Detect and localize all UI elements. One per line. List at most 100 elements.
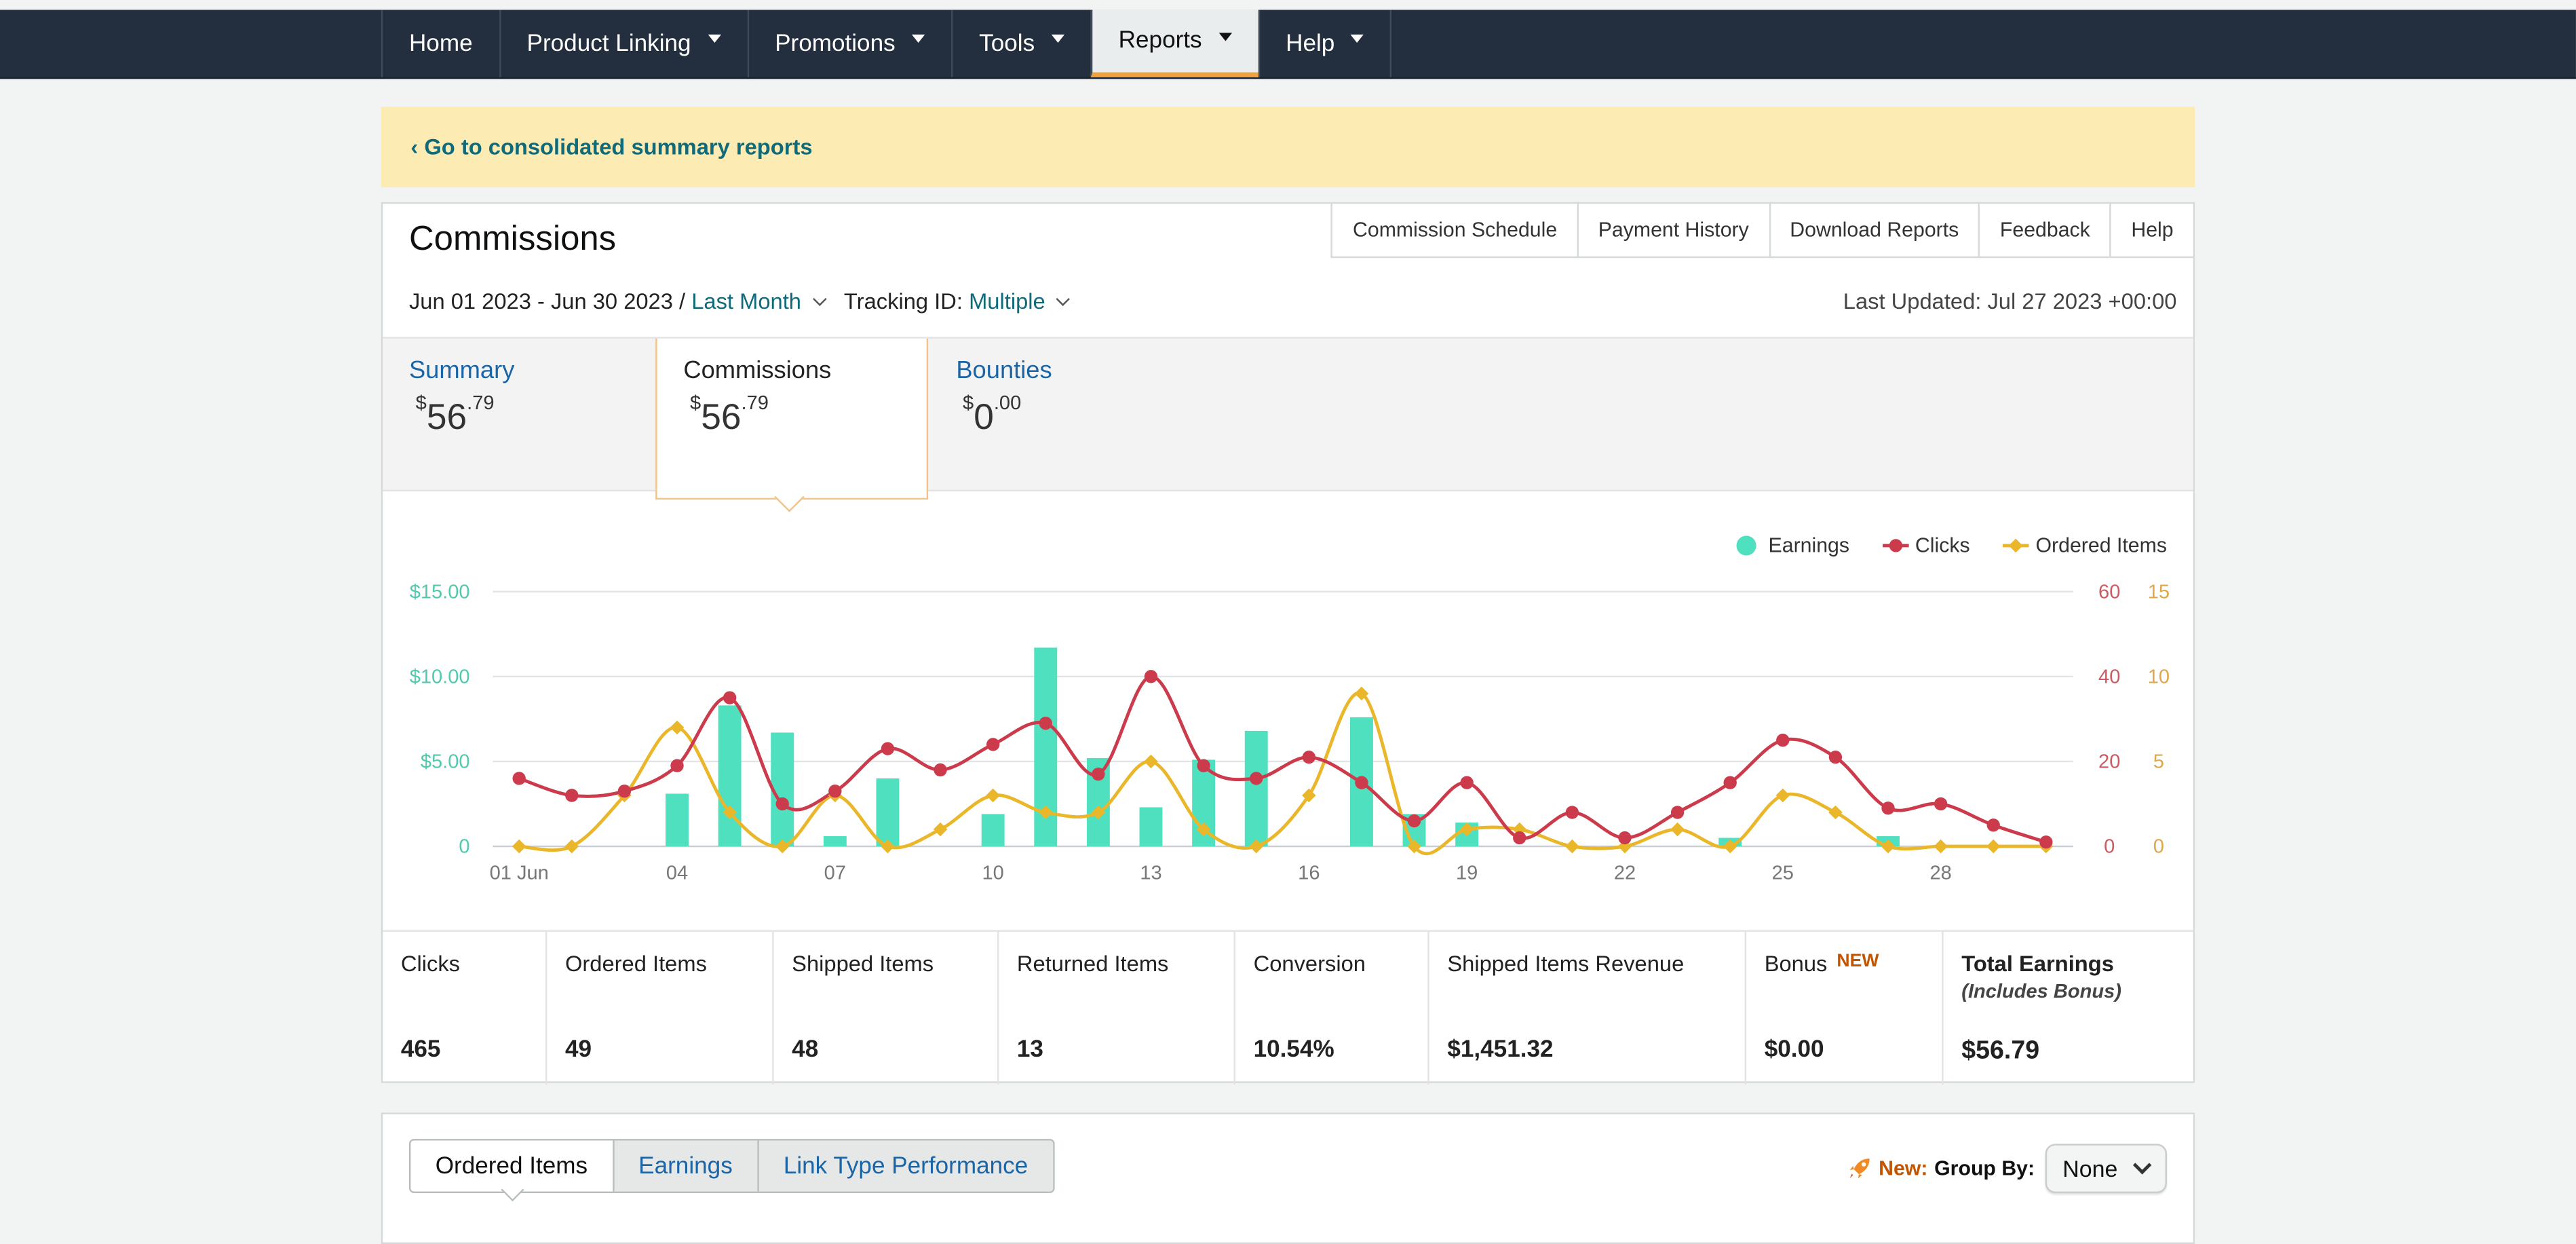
y-tick-label-clicks: 0 [2104,836,2115,858]
y-tick-label-ordered: 15 [2148,581,2170,603]
clicks-point [828,785,842,798]
download-reports-link[interactable]: Download Reports [1768,202,1979,259]
tab-summary[interactable]: Summary $56.79 [383,339,655,490]
date-filter-row: Jun 01 2023 - Jun 30 2023 / Last Month T… [409,289,1088,314]
feedback-link[interactable]: Feedback [1978,202,2110,259]
clicks-point [1302,751,1316,764]
ordered-items-point [933,822,948,837]
tab-link-type-performance[interactable]: Link Type Performance [757,1140,1053,1192]
metric-value: $1,451.32 [1447,1036,1554,1063]
nav-home-label: Home [408,30,473,57]
y-tick-label-ordered: 0 [2153,836,2164,858]
metrics-row: Clicks 465 Ordered Items 49 Shipped Item… [383,930,2193,1085]
clicks-point [934,763,947,777]
metric-value: $0.00 [1764,1036,1824,1063]
tab-commissions[interactable]: Commissions $56.79 [655,338,929,500]
metric-sub-label: (Includes Bonus) [1961,979,2121,1003]
clicks-point [1565,806,1579,819]
chevron-down-icon [2132,1156,2152,1175]
payment-history-link[interactable]: Payment History [1577,202,1769,259]
clicks-point [512,772,526,785]
legend-ordered-items[interactable]: Ordered Items [2003,534,2167,557]
page-title: Commissions [408,220,617,259]
metric-total-earnings: Total Earnings (Includes Bonus) $56.79 [1944,932,2193,1085]
y-tick-label-ordered: 5 [2153,751,2164,773]
clicks-point [565,789,579,802]
consolidated-summary-link[interactable]: ‹ Go to consolidated summary reports [410,135,812,159]
metric-label: Shipped Items [792,951,934,977]
ordered-items-point [564,839,579,854]
x-tick-label: 13 [1140,863,1161,884]
chevron-down-icon[interactable] [812,291,826,305]
earnings-bar [823,836,847,847]
legend-ordered-label: Ordered Items [2035,533,2167,557]
y-tick-label-ordered: 10 [2148,666,2170,688]
rocket-icon [1849,1158,1869,1179]
chevron-down-icon[interactable] [1056,291,1071,305]
nav-product-linking[interactable]: Product Linking [499,10,747,77]
tab-earnings[interactable]: Earnings [612,1140,758,1192]
nav-promotions[interactable]: Promotions [746,10,951,77]
clicks-point [1618,831,1632,845]
new-badge: NEW [1837,951,1879,972]
tracking-id-dropdown[interactable]: Multiple [969,289,1045,314]
new-label: New: [1879,1156,1928,1180]
tracking-label: Tracking ID: [843,289,963,314]
tab-bounties-label: Bounties [956,356,1052,385]
metric-label: Shipped Items Revenue [1447,951,1685,977]
metric-conversion: Conversion 10.54% [1235,931,1429,1085]
help-link[interactable]: Help [2109,202,2195,259]
y-tick-label: $15.00 [410,581,470,603]
top-navigation: Home Product Linking Promotions Tools Re… [0,10,2576,79]
clicks-point [1670,806,1685,819]
ordered-items-point [1144,754,1158,769]
x-tick-label: 07 [824,863,846,884]
ordered-items-point [670,720,685,735]
group-by-select[interactable]: None [2044,1144,2167,1194]
metric-label: Clicks [400,951,461,977]
y-tick-label: $10.00 [410,666,470,688]
ordered-items-point [1565,839,1579,854]
caret-down-icon [911,34,925,43]
clicks-point [1197,759,1210,772]
metric-ordered-items: Ordered Items 49 [547,931,774,1085]
nav-home[interactable]: Home [381,10,499,77]
earnings-bar [1244,730,1268,847]
clicks-point [1934,797,1948,811]
earnings-bar [1139,807,1163,847]
ordered-items-point [1934,839,1948,854]
metric-label: Ordered Items [564,951,707,977]
details-card: Ordered Items Earnings Link Type Perform… [381,1112,2195,1244]
clicks-point [775,797,789,811]
clicks-point [1355,776,1368,789]
x-tick-label: 19 [1456,863,1478,884]
metric-value: $56.79 [1961,1036,2040,1066]
legend-earnings[interactable]: Earnings [1735,534,1849,557]
clicks-point [1460,776,1474,789]
period-dropdown[interactable]: Last Month [691,289,801,314]
ordered-items-line [519,691,2046,856]
caret-down-icon [1351,34,1364,43]
clicks-line-icon [1882,539,1909,552]
metric-value: 465 [400,1036,441,1063]
caret-down-icon [1051,34,1064,43]
ordered-items-point [1670,822,1685,837]
ordered-items-point [1775,788,1790,803]
x-tick-label: 10 [982,863,1004,884]
chart-legend: Earnings Clicks Ordered Items [1703,534,2167,557]
nav-tools[interactable]: Tools [951,10,1090,77]
nav-reports[interactable]: Reports [1090,10,1258,77]
nav-help-label: Help [1286,30,1335,57]
nav-help[interactable]: Help [1257,10,1393,77]
group-by-label: Group By: [1934,1156,2035,1180]
metric-value: 10.54% [1253,1036,1334,1063]
date-range: Jun 01 2023 - Jun 30 2023 / [408,289,686,314]
tab-bounties-amount: $0.00 [962,391,1022,438]
metric-label: Returned Items [1016,951,1169,977]
commission-schedule-link[interactable]: Commission Schedule [1331,202,1577,259]
x-tick-label: 01 Jun [490,863,549,884]
clicks-point [1776,733,1790,747]
caret-down-icon [707,34,721,43]
tab-bounties[interactable]: Bounties $0.00 [930,339,1203,490]
legend-clicks[interactable]: Clicks [1882,534,1970,557]
